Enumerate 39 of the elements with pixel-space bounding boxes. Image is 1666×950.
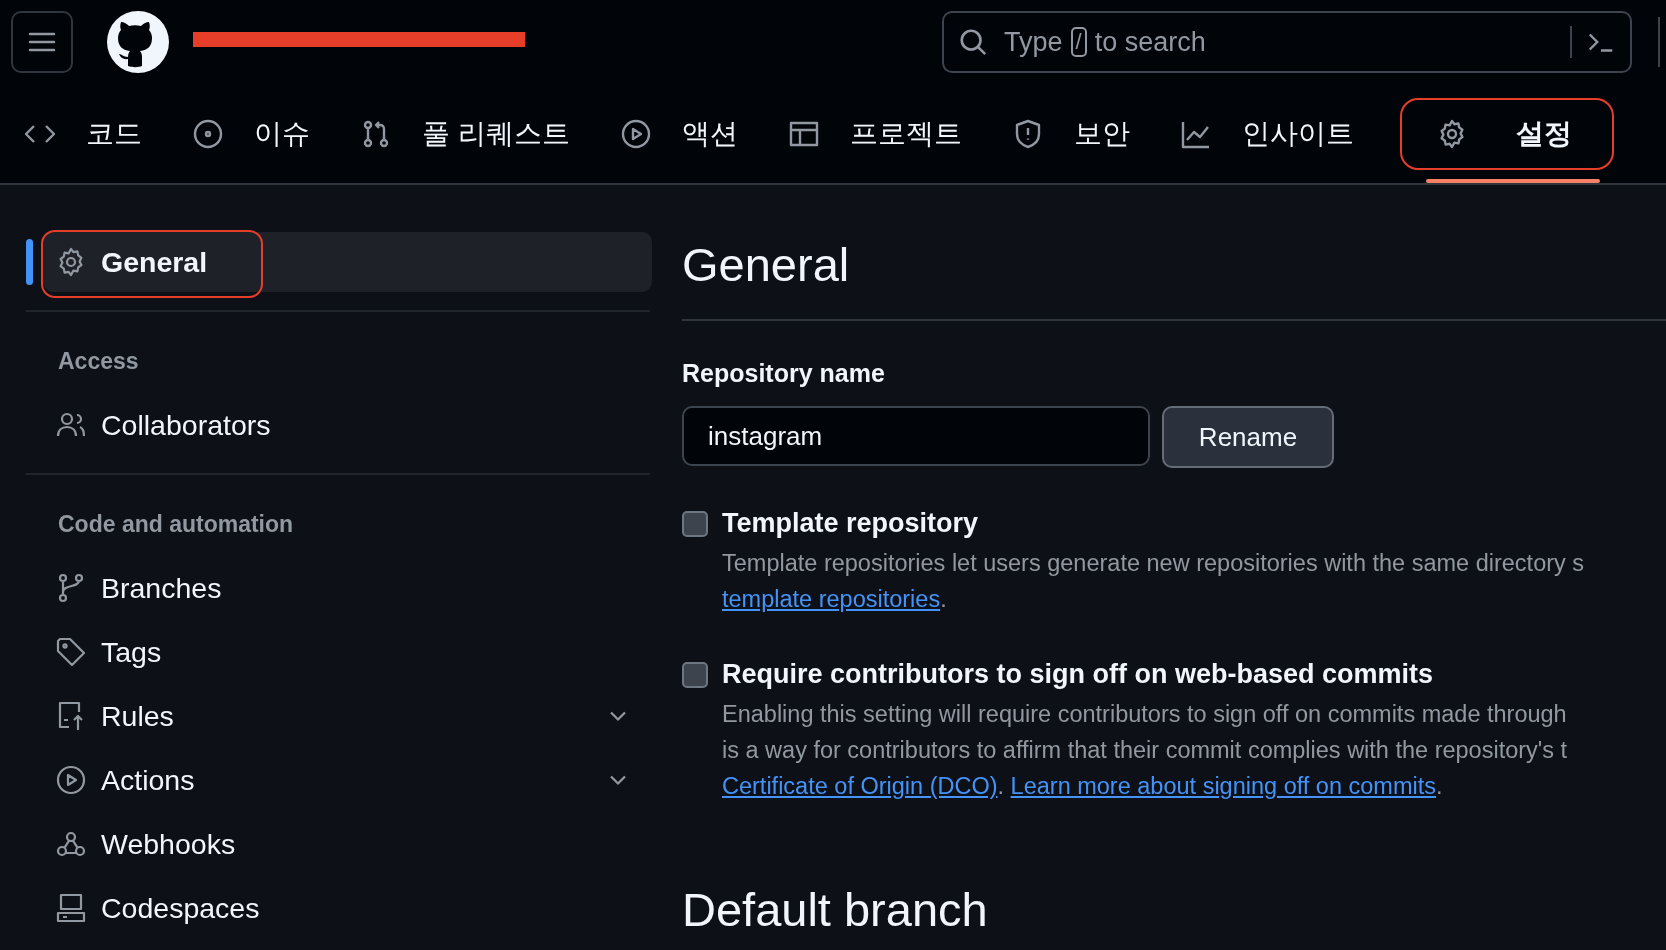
computer-icon: [55, 892, 87, 924]
checkbox[interactable]: [682, 662, 708, 688]
sidebar-item[interactable]: Tags: [43, 622, 652, 682]
tag-icon: [55, 636, 87, 668]
sidebar-item[interactable]: Codespaces: [43, 878, 652, 938]
search-field[interactable]: Type / to search: [942, 11, 1632, 73]
option-description: Template repositories let users generate new repositories with the same directory s template repositories.: [722, 549, 1585, 614]
sidebar-item[interactable]: Webhooks: [43, 814, 652, 874]
section-heading: Code and automation: [57, 510, 295, 539]
checkbox[interactable]: [682, 511, 708, 537]
rename-button[interactable]: Rename: [1162, 406, 1334, 468]
section-title: Default branch: [682, 882, 989, 938]
sidebar-item[interactable]: Actions: [43, 750, 652, 810]
help-link[interactable]: template repositories: [722, 586, 941, 612]
menu-icon: [27, 30, 57, 54]
page-title: General: [682, 237, 851, 293]
nav-tab[interactable]: 프로젝트: [787, 97, 986, 170]
play-icon: [55, 764, 87, 796]
option-label: Require contributors to sign off on web-based commits: [722, 659, 1435, 690]
option-label: Template repository: [722, 508, 980, 539]
nav-tab[interactable]: 인사이트: [1179, 97, 1378, 170]
search-icon: [958, 27, 988, 57]
section-heading: Access: [57, 347, 140, 376]
sidebar-item[interactable]: Branches: [43, 558, 652, 618]
nav-tab[interactable]: 보안: [1011, 97, 1154, 170]
repository-name-field[interactable]: instagram: [682, 406, 1150, 466]
help-link[interactable]: Certificate of Origin (DCO): [722, 773, 998, 799]
play-icon: [619, 117, 652, 150]
nav-tab[interactable]: 액션: [619, 97, 762, 170]
field-label: Repository name: [682, 359, 886, 388]
nav-tab[interactable]: 이슈: [192, 97, 334, 170]
sidebar-item[interactable]: Collaborators: [43, 395, 652, 455]
nav-tab[interactable]: 코드: [24, 97, 166, 170]
menu-button[interactable]: [11, 11, 73, 73]
option-description: Enabling this setting will require contributors to sign off on commits made through is a way for contributors to affirm that their commit complies with the repository's t Certificate of Origin (DCO). Learn more about signing off on commits.: [722, 700, 1568, 801]
sidebar-item[interactable]: Rules: [43, 686, 652, 746]
nav-tab[interactable]: 풀 리퀘스트: [360, 97, 594, 170]
help-link[interactable]: Learn more about signing off on commits: [1010, 773, 1436, 799]
cat-logo-icon[interactable]: [106, 10, 170, 74]
